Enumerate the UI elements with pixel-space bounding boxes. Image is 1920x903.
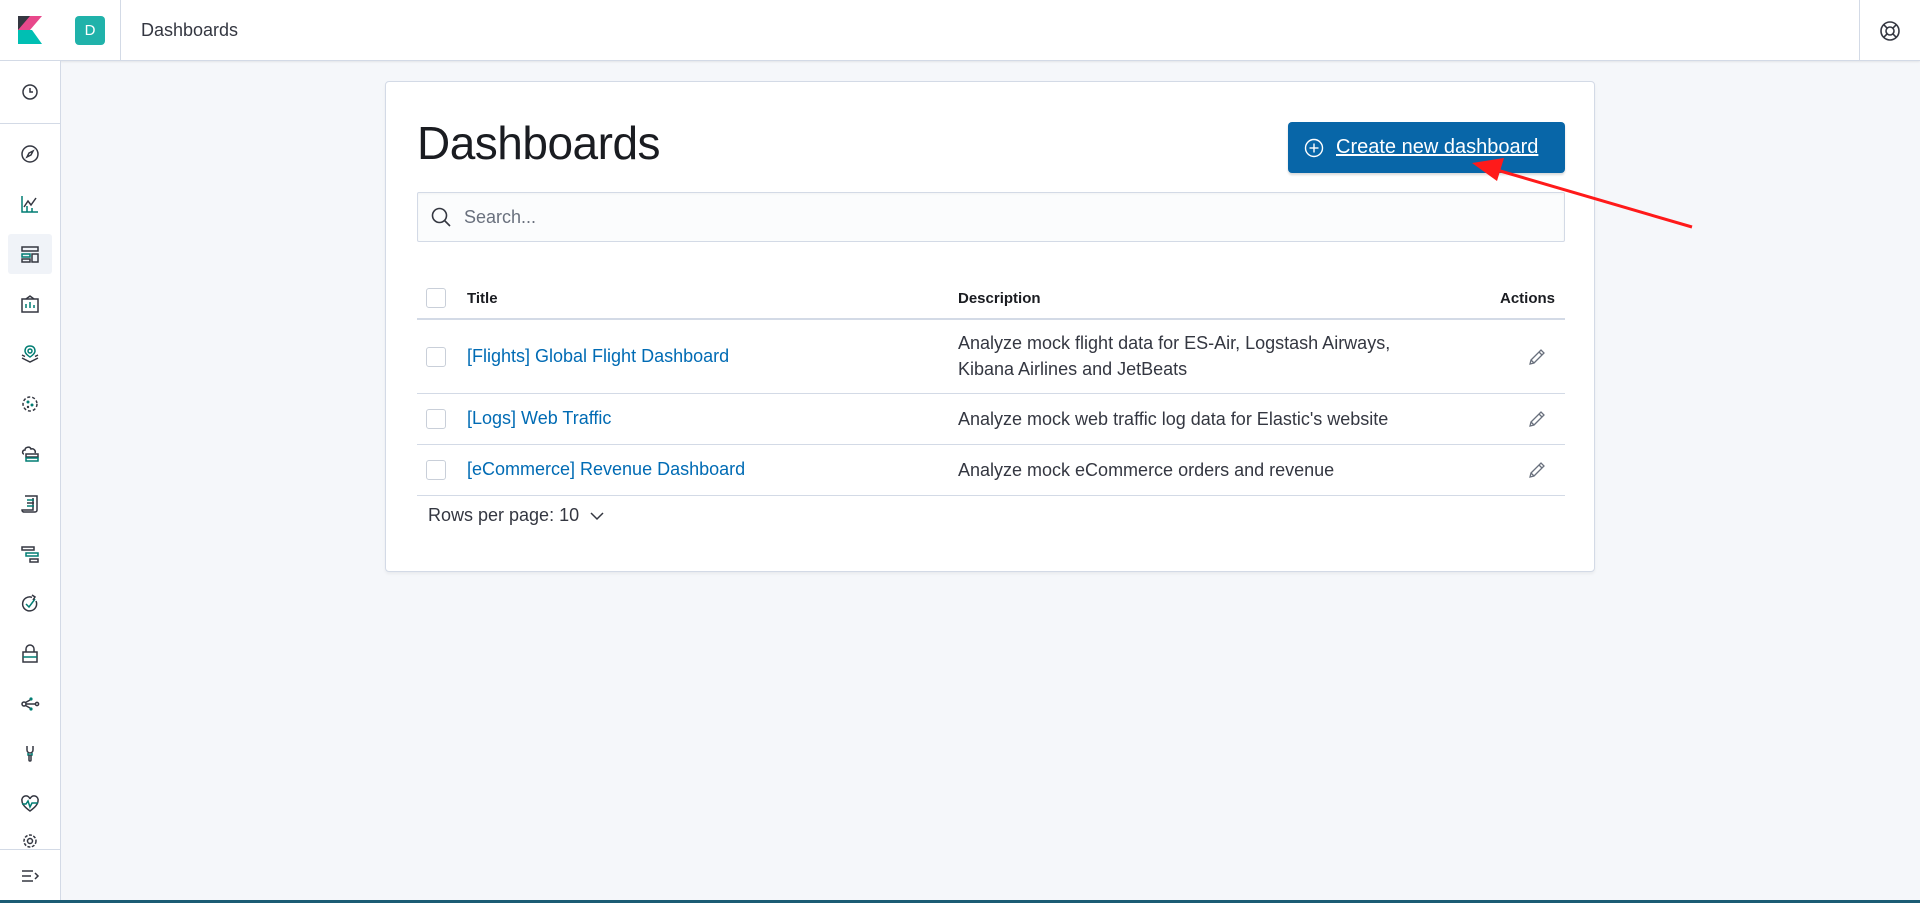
nav-discover[interactable]	[8, 134, 52, 174]
apm-icon	[21, 546, 39, 563]
dashboard-description: Analyze mock flight data for ES-Air, Log…	[958, 333, 1391, 379]
nav-infrastructure[interactable]	[8, 434, 52, 474]
rows-per-page-selector[interactable]: Rows per page: 10	[428, 505, 605, 526]
dev-tools-icon	[26, 746, 34, 762]
table-row: [eCommerce] Revenue Dashboard Analyze mo…	[417, 445, 1565, 496]
header-divider	[120, 0, 121, 61]
recently-viewed-icon	[22, 84, 38, 100]
dashboard-title-link[interactable]: [Logs] Web Traffic	[467, 408, 611, 429]
row-checkbox[interactable]	[426, 460, 446, 480]
management-icon	[23, 834, 37, 848]
nav-graph[interactable]	[8, 684, 52, 724]
collapse-icon	[22, 870, 40, 882]
siem-icon	[22, 644, 38, 663]
header-divider-right	[1859, 0, 1860, 61]
table-header: Title Description Actions	[417, 277, 1565, 320]
search-bar	[417, 192, 1565, 242]
search-icon	[431, 207, 451, 227]
dashboard-icon	[21, 246, 39, 263]
nav-separator	[0, 123, 60, 124]
dashboard-title-link[interactable]: [Flights] Global Flight Dashboard	[467, 346, 729, 367]
rows-per-page-label: Rows per page: 10	[428, 505, 580, 525]
chevron-down-icon	[590, 511, 604, 520]
space-avatar[interactable]: D	[75, 16, 105, 45]
nav-dev-tools[interactable]	[8, 734, 52, 774]
edit-pencil-icon[interactable]	[1527, 409, 1547, 429]
nav-machine-learning[interactable]	[8, 384, 52, 424]
nav-management[interactable]	[8, 831, 52, 851]
maps-icon	[21, 345, 39, 363]
discover-icon	[21, 145, 39, 163]
side-nav	[0, 61, 61, 903]
monitoring-icon	[21, 795, 39, 812]
dashboard-title-link[interactable]: [eCommerce] Revenue Dashboard	[467, 459, 745, 480]
nav-siem[interactable]	[8, 634, 52, 674]
dashboard-description: Analyze mock web traffic log data for El…	[958, 409, 1389, 429]
select-all-checkbox[interactable]	[426, 288, 446, 308]
column-header-title[interactable]: Title	[467, 290, 498, 307]
help-icon[interactable]	[1878, 19, 1902, 43]
nav-bottom-bar	[0, 849, 60, 903]
kibana-logo-icon[interactable]	[14, 14, 46, 46]
ml-icon	[22, 396, 38, 412]
canvas-icon	[21, 295, 39, 313]
table-row: [Flights] Global Flight Dashboard Analyz…	[417, 320, 1565, 394]
nav-uptime[interactable]	[8, 584, 52, 624]
nav-logs[interactable]	[8, 484, 52, 524]
logs-icon	[21, 495, 38, 513]
edit-pencil-icon[interactable]	[1527, 347, 1547, 367]
nav-apm[interactable]	[8, 534, 52, 574]
nav-maps[interactable]	[8, 334, 52, 374]
uptime-icon	[21, 594, 38, 612]
dashboard-description: Analyze mock eCommerce orders and revenu…	[958, 460, 1335, 480]
nav-canvas[interactable]	[8, 284, 52, 324]
dashboards-table: Title Description Actions [Flights] Glob…	[417, 277, 1565, 496]
row-checkbox[interactable]	[426, 347, 446, 367]
graph-icon	[21, 697, 40, 711]
column-header-actions: Actions	[1499, 290, 1555, 307]
row-checkbox[interactable]	[426, 409, 446, 429]
nav-dashboard[interactable]	[8, 234, 52, 274]
search-input[interactable]	[464, 193, 1554, 241]
nav-recently-viewed[interactable]	[8, 72, 52, 112]
dashboards-panel: Dashboards Create new dashboard Title De…	[385, 81, 1595, 572]
infrastructure-icon	[21, 446, 39, 462]
column-header-description: Description	[958, 290, 1041, 307]
nav-visualize[interactable]	[8, 184, 52, 224]
top-header: D Dashboards	[0, 0, 1920, 61]
nav-collapse[interactable]	[8, 856, 52, 896]
create-button-label: Create new dashboard	[1336, 136, 1539, 158]
create-new-dashboard-button[interactable]: Create new dashboard	[1288, 122, 1565, 173]
table-row: [Logs] Web Traffic Analyze mock web traf…	[417, 394, 1565, 445]
visualize-icon	[21, 196, 38, 213]
page-title: Dashboards	[417, 117, 661, 169]
plus-circle-icon	[1304, 138, 1324, 157]
edit-pencil-icon[interactable]	[1527, 460, 1547, 480]
nav-monitoring[interactable]	[8, 784, 52, 824]
breadcrumb: Dashboards	[141, 20, 239, 40]
